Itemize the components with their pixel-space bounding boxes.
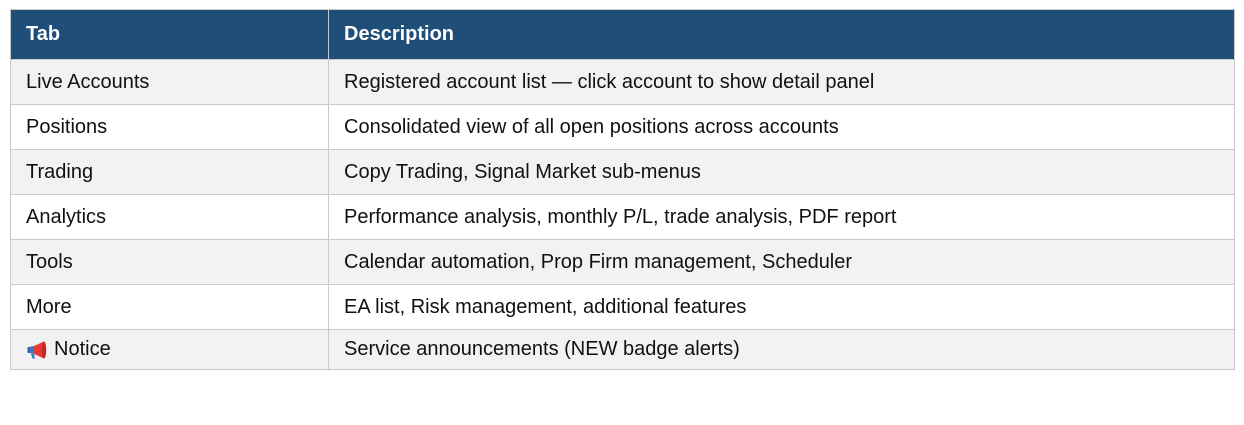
tab-description-table: Tab Description Live Accounts Registered… bbox=[10, 9, 1235, 370]
tab-name-cell: Tools bbox=[10, 239, 329, 285]
tab-name-cell: Positions bbox=[10, 104, 329, 150]
table-row: Tools Calendar automation, Prop Firm man… bbox=[10, 239, 1235, 285]
description-cell: Copy Trading, Signal Market sub-menus bbox=[328, 149, 1235, 195]
description-cell: Consolidated view of all open positions … bbox=[328, 104, 1235, 150]
table-row: Positions Consolidated view of all open … bbox=[10, 104, 1235, 150]
table-row: Live Accounts Registered account list — … bbox=[10, 59, 1235, 105]
megaphone-icon bbox=[26, 340, 48, 360]
table-row: Analytics Performance analysis, monthly … bbox=[10, 194, 1235, 240]
column-header-tab: Tab bbox=[10, 9, 329, 60]
description-cell: Performance analysis, monthly P/L, trade… bbox=[328, 194, 1235, 240]
table-row: Notice Service announcements (NEW badge … bbox=[10, 329, 1235, 370]
tab-name-cell: Notice bbox=[10, 329, 329, 370]
column-header-description: Description bbox=[328, 9, 1235, 60]
tab-description-table-container: Tab Description Live Accounts Registered… bbox=[10, 9, 1235, 370]
tab-name-cell: Trading bbox=[10, 149, 329, 195]
description-cell: EA list, Risk management, additional fea… bbox=[328, 284, 1235, 330]
description-cell: Calendar automation, Prop Firm managemen… bbox=[328, 239, 1235, 285]
table-header-row: Tab Description bbox=[10, 9, 1235, 60]
description-cell: Service announcements (NEW badge alerts) bbox=[328, 329, 1235, 370]
tab-name-cell: Analytics bbox=[10, 194, 329, 240]
description-cell: Registered account list — click account … bbox=[328, 59, 1235, 105]
tab-name-cell: More bbox=[10, 284, 329, 330]
table-row: Trading Copy Trading, Signal Market sub-… bbox=[10, 149, 1235, 195]
table-row: More EA list, Risk management, additiona… bbox=[10, 284, 1235, 330]
tab-name-cell: Live Accounts bbox=[10, 59, 329, 105]
tab-name-with-icon: Notice bbox=[26, 338, 328, 361]
tab-name-label: Notice bbox=[54, 338, 111, 360]
